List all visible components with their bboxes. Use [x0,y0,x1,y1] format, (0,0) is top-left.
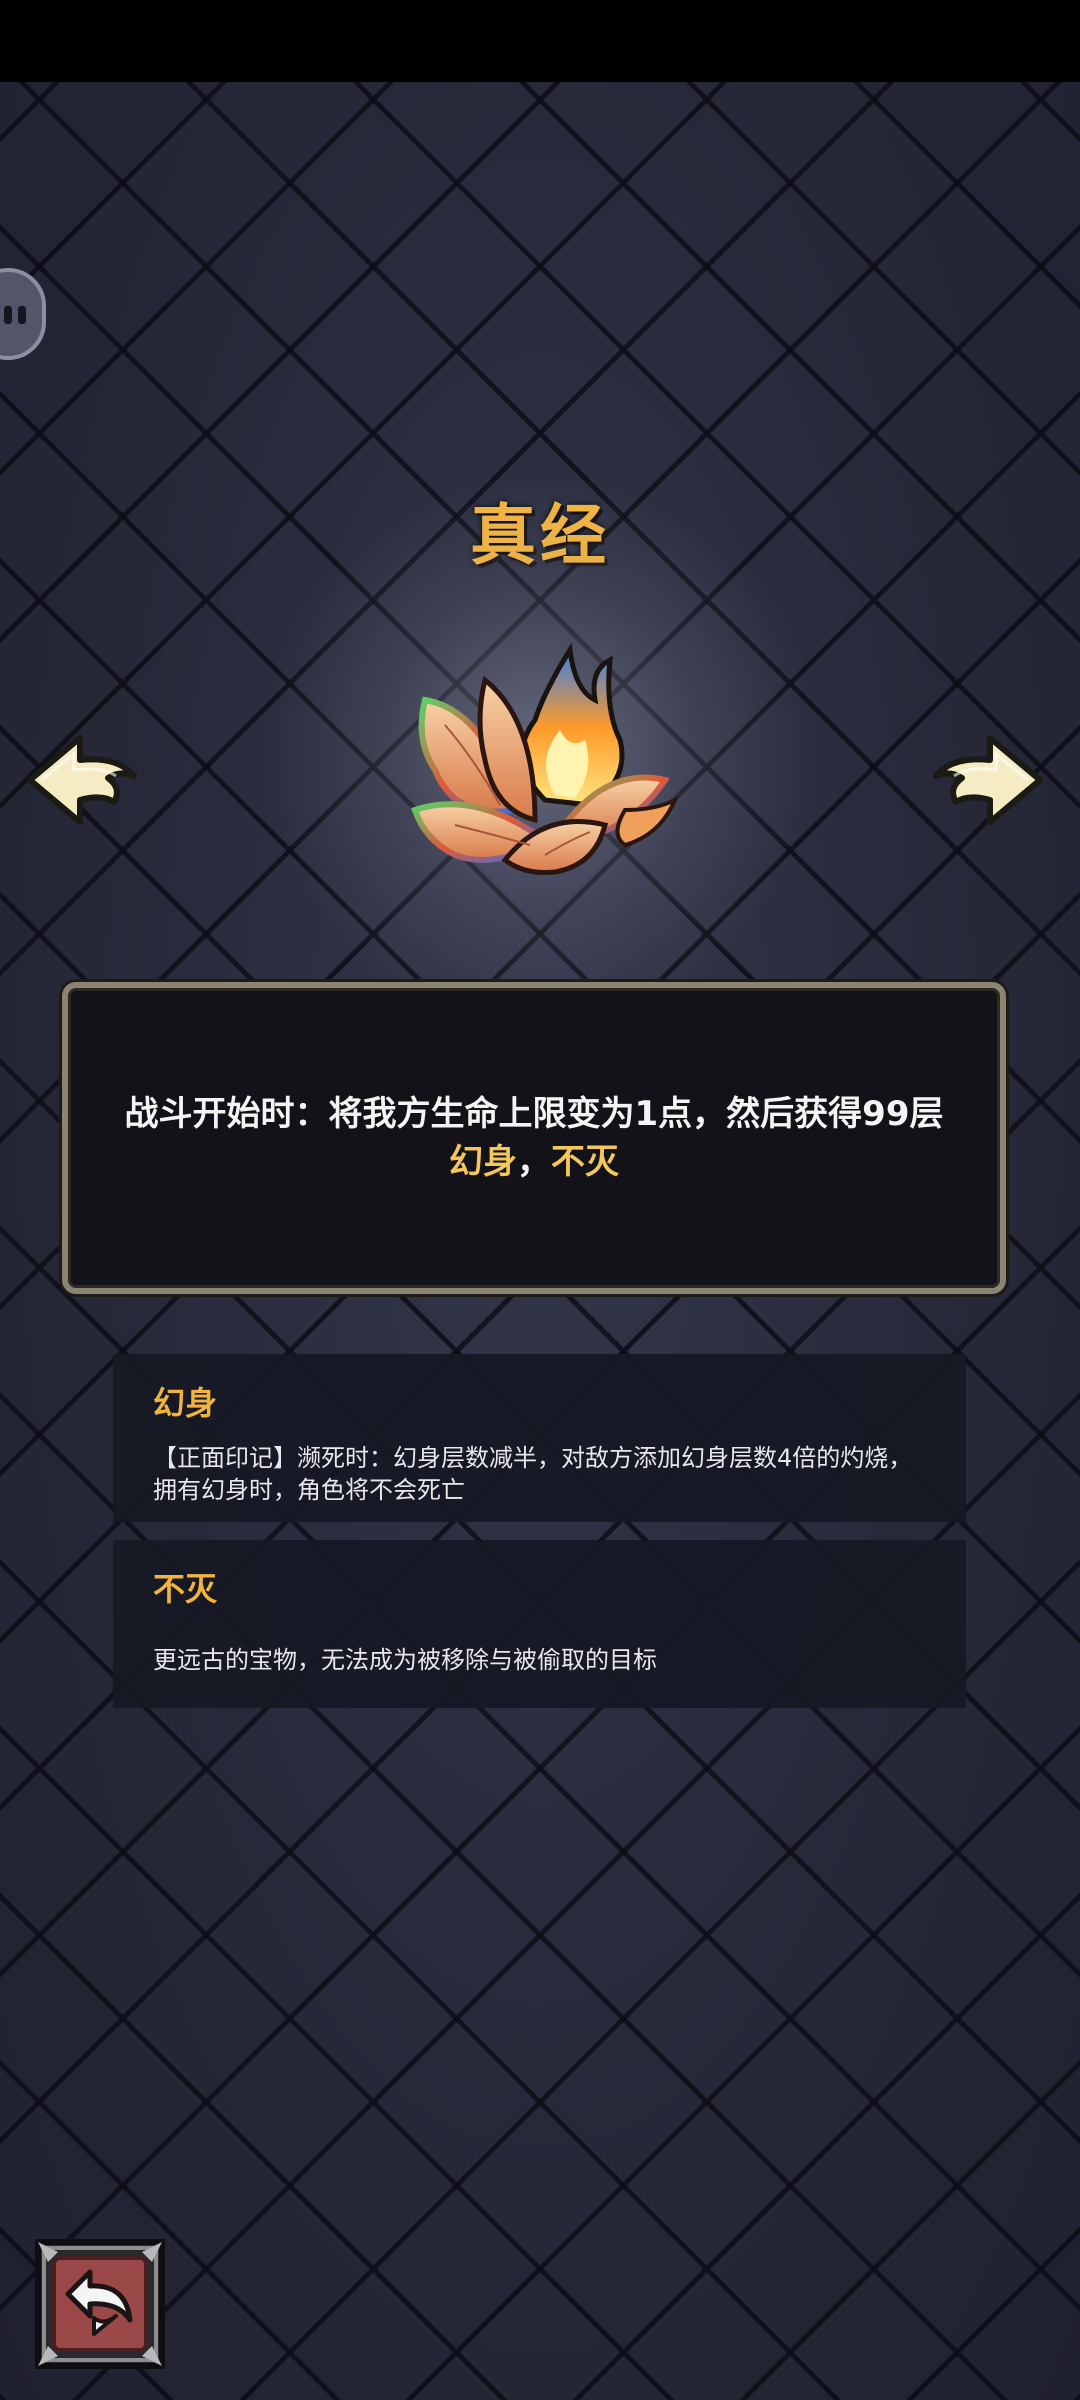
status-bar [0,0,1080,82]
keyword-panel: 不灭 更远古的宝物，无法成为被移除与被偷取的目标 [113,1540,966,1708]
keyword-description: 【正面印记】濒死时：幻身层数减半，对敌方添加幻身层数4倍的灼烧，拥有幻身时，角色… [153,1444,913,1504]
keyword-link-bumie[interactable]: 不灭 [551,1142,619,1182]
arrow-left-icon[interactable] [22,730,142,830]
keyword-title: 不灭 [153,1570,218,1608]
side-menu-tab[interactable] [0,268,46,360]
arrow-right-icon[interactable] [928,730,1048,830]
keyword-panel: 幻身 【正面印记】濒死时：幻身层数减半，对敌方添加幻身层数4倍的灼烧，拥有幻身时… [113,1354,966,1522]
keyword-description: 更远古的宝物，无法成为被移除与被偷取的目标 [153,1646,657,1674]
description-box: 战斗开始时：将我方生命上限变为1点，然后获得99层幻身，不灭 [62,982,1006,1294]
relic-detail-screen: 真经 [0,0,1080,2400]
description-text: 战斗开始时：将我方生命上限变为1点，然后获得99层幻身，不灭 [124,1090,944,1186]
keyword-link-huanshen[interactable]: 幻身 [449,1142,517,1182]
back-button[interactable] [34,2238,166,2370]
lotus-flame-icon [411,642,679,875]
description-part: ， [517,1142,551,1182]
pause-tab-icon-bar [18,306,26,324]
keyword-title: 幻身 [153,1384,218,1422]
pause-tab-icon [4,306,12,324]
description-part: 战斗开始时：将我方生命上限变为1点，然后获得99层 [124,1094,944,1134]
